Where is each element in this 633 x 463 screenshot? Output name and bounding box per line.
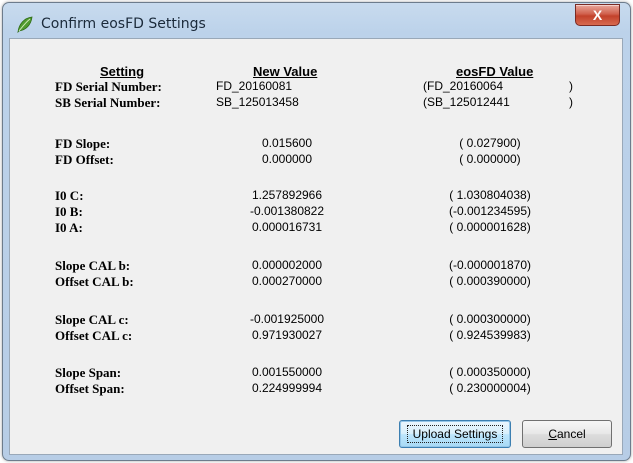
new-value: 0.971930027: [251, 328, 323, 342]
setting-label: I0 B:: [55, 204, 83, 219]
setting-label: FD Slope:: [55, 136, 111, 151]
eosfd-value: ( 0.000350000): [449, 365, 531, 379]
new-value: 0.001550000: [251, 365, 323, 379]
header-new-value: New Value: [253, 64, 318, 79]
setting-label: Slope CAL b:: [55, 258, 131, 273]
new-value: 0.015600: [261, 136, 313, 150]
title-bar[interactable]: Confirm eosFD Settings X: [3, 3, 630, 38]
eosfd-value-close-paren: ): [569, 95, 573, 109]
new-value: 0.000270000: [251, 274, 323, 288]
close-button[interactable]: X: [575, 4, 620, 26]
dialog-window: Confirm eosFD Settings X Setting New Val…: [2, 2, 631, 461]
setting-label: FD Serial Number:: [55, 79, 162, 94]
setting-label: Slope Span:: [55, 365, 122, 380]
new-value: 0.000000: [261, 152, 313, 166]
eosfd-value: ( 0.027900): [459, 136, 521, 150]
eosfd-value: (-0.001234595): [448, 204, 532, 218]
dialog-body: Setting New Value eosFD Value FD Serial …: [9, 38, 623, 455]
setting-label: Slope CAL c:: [55, 312, 129, 327]
eosfd-value: ( 0.000390000): [449, 274, 531, 288]
new-value: SB_125013458: [216, 95, 299, 109]
eosfd-value: ( 0.924539983): [449, 328, 531, 342]
setting-label: Offset Span:: [55, 381, 125, 396]
new-value: 1.257892966: [251, 188, 323, 202]
header-setting: Setting: [100, 64, 145, 79]
eosfd-value: ( 0.000001628): [449, 220, 531, 234]
window-title: Confirm eosFD Settings: [41, 16, 206, 32]
eosfd-value: (-0.000001870): [448, 258, 532, 272]
upload-settings-label: Upload Settings: [406, 425, 504, 443]
upload-settings-button[interactable]: Upload Settings: [399, 420, 511, 448]
setting-label: I0 C:: [55, 188, 84, 203]
setting-label: Offset CAL b:: [55, 274, 134, 289]
new-value: -0.001380822: [249, 204, 325, 218]
new-value: 0.224999994: [251, 381, 323, 395]
leaf-icon: [16, 16, 33, 34]
eosfd-value: ( 1.030804038): [449, 188, 531, 202]
setting-label: I0 A:: [55, 220, 83, 235]
eosfd-value: (FD_20160064: [423, 79, 504, 93]
eosfd-value: (SB_125012441: [423, 95, 510, 109]
close-icon: X: [592, 7, 603, 23]
setting-label: FD Offset:: [55, 152, 114, 167]
new-value: -0.001925000: [249, 312, 325, 326]
new-value: 0.000016731: [251, 220, 323, 234]
eosfd-value-close-paren: ): [569, 79, 573, 93]
setting-label: SB Serial Number:: [55, 95, 161, 110]
eosfd-value: ( 0.000300000): [449, 312, 531, 326]
eosfd-value: ( 0.000000): [459, 152, 521, 166]
setting-label: Offset CAL c:: [55, 328, 133, 343]
cancel-button[interactable]: Cancel: [522, 420, 612, 448]
eosfd-value: ( 0.230000004): [449, 381, 531, 395]
header-eosfd-value: eosFD Value: [456, 64, 534, 79]
new-value: FD_20160081: [216, 79, 293, 93]
new-value: 0.000002000: [251, 258, 323, 272]
cancel-label: Cancel: [548, 427, 586, 441]
